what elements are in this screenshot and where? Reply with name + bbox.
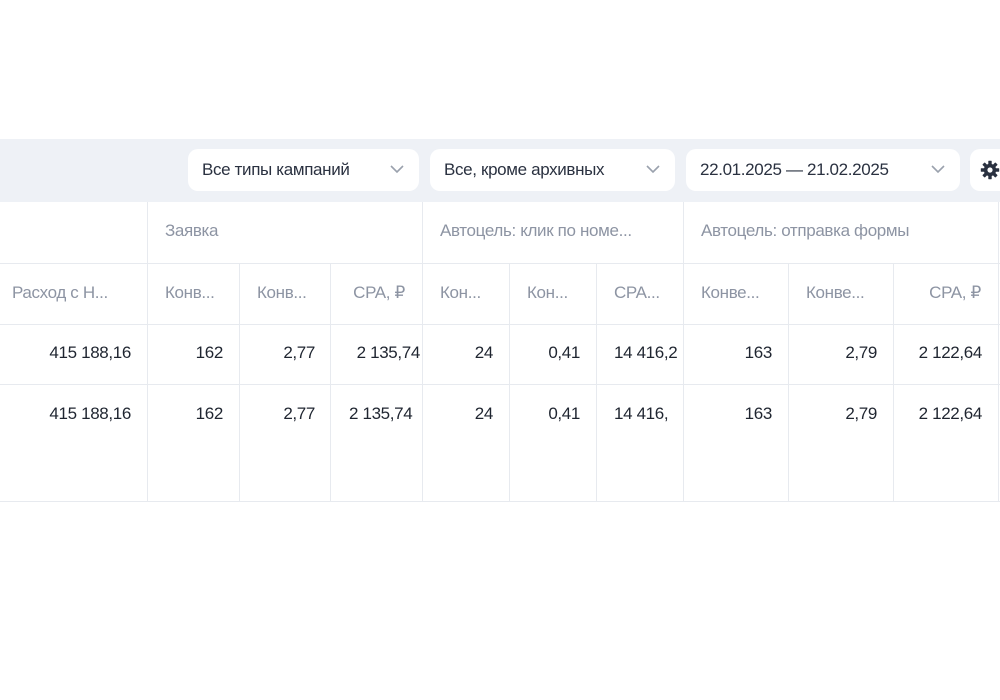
table-cell: 2,79 — [845, 404, 877, 423]
table-cell: 2 135,74 — [349, 404, 413, 423]
status-filter-dropdown[interactable]: Все, кроме архивных — [430, 149, 675, 191]
group-header-autogoal-form: Автоцель: отправка формы — [701, 221, 910, 240]
table-cell: 415 188,16 — [49, 343, 131, 362]
column-divider — [788, 263, 789, 502]
table-cell: 2,77 — [283, 343, 315, 362]
table-cell: 24 — [474, 343, 493, 362]
column-header[interactable]: Конв... — [257, 283, 327, 303]
column-divider — [509, 263, 510, 502]
table-cell: 14 416, — [614, 404, 669, 423]
column-header[interactable]: CPA... — [614, 283, 680, 303]
table-cell: 14 416,2 — [614, 343, 678, 362]
group-header-autogoal-click: Автоцель: клик по номе... — [440, 221, 632, 240]
table-cell: 2,79 — [845, 343, 877, 362]
column-header[interactable]: Расход с Н... — [12, 283, 142, 303]
table-cell: 163 — [744, 343, 772, 362]
table-cell: 0,41 — [548, 404, 580, 423]
campaign-type-label: Все типы кампаний — [202, 160, 350, 179]
statistics-table: Заявка Автоцель: клик по номе... Автоцел… — [0, 202, 1000, 502]
table-cell: 163 — [744, 404, 772, 423]
row-divider — [0, 501, 1000, 502]
column-divider — [596, 263, 597, 502]
date-range-dropdown[interactable]: 22.01.2025 — 21.02.2025 — [686, 149, 960, 191]
table-cell: 2 122,64 — [918, 404, 982, 423]
column-divider — [239, 263, 240, 502]
table-cell: 415 188,16 — [49, 404, 131, 423]
date-range-label: 22.01.2025 — 21.02.2025 — [700, 160, 889, 179]
column-divider — [998, 202, 999, 502]
column-header[interactable]: Конве... — [701, 283, 785, 303]
table-cell: 162 — [195, 343, 223, 362]
column-header[interactable]: Кон... — [440, 283, 506, 303]
gear-icon — [980, 160, 1000, 180]
table-cell: 0,41 — [548, 343, 580, 362]
row-divider — [0, 263, 1000, 264]
column-header[interactable]: Конве... — [806, 283, 890, 303]
table-cell: 2 122,64 — [918, 343, 982, 362]
status-filter-label: Все, кроме архивных — [444, 160, 605, 179]
column-header[interactable]: CPA, ₽ — [893, 283, 981, 303]
table-cell: 2,77 — [283, 404, 315, 423]
table-cell: 24 — [474, 404, 493, 423]
table-cell: 2 135,74 — [356, 343, 420, 362]
settings-button[interactable] — [970, 149, 1000, 191]
chevron-down-icon — [646, 165, 660, 174]
column-header[interactable]: Конв... — [165, 283, 235, 303]
table-toolbar: Все типы кампаний Все, кроме архивных 22… — [0, 139, 1000, 202]
column-header[interactable]: Кон... — [527, 283, 593, 303]
campaign-type-dropdown[interactable]: Все типы кампаний — [188, 149, 419, 191]
table-cell: 162 — [195, 404, 223, 423]
chevron-down-icon — [931, 165, 945, 174]
row-divider — [0, 384, 1000, 385]
row-divider — [0, 324, 1000, 325]
chevron-down-icon — [390, 165, 404, 174]
column-header[interactable]: CPA, ₽ — [330, 283, 405, 303]
group-header-zayavka: Заявка — [165, 221, 219, 240]
